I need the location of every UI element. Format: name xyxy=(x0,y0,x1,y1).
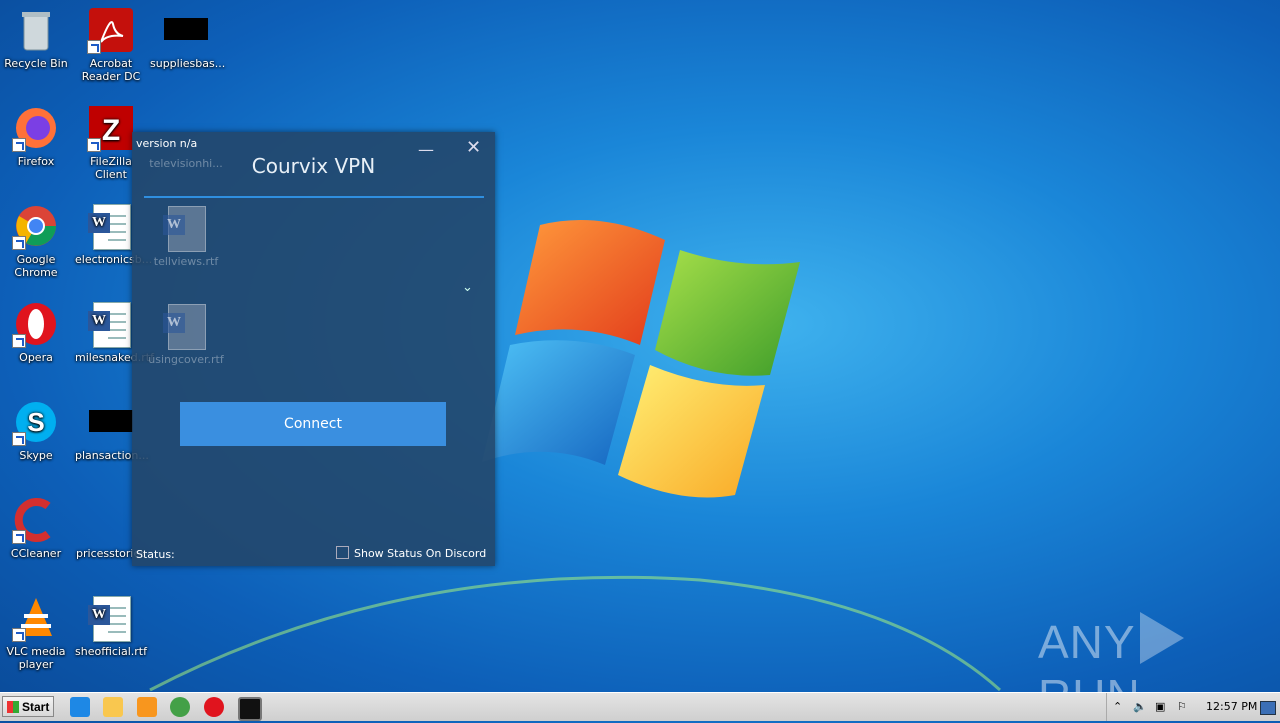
taskbar-ie-icon[interactable] xyxy=(70,697,90,717)
version-label: version n/a xyxy=(136,137,198,150)
show-desktop-button[interactable] xyxy=(1260,701,1276,715)
action-center-flag-icon[interactable]: ⚐ xyxy=(1177,700,1187,713)
black-file-icon xyxy=(89,410,133,432)
status-label: Status: xyxy=(136,548,175,561)
discord-status-checkbox[interactable]: Show Status On Discord xyxy=(336,546,486,560)
desktop-icon-ccleaner[interactable]: CCleaner xyxy=(0,496,72,560)
word-doc-icon: W xyxy=(88,302,131,348)
discord-label: Show Status On Discord xyxy=(354,547,487,560)
desktop-icon-acrobat[interactable]: Acrobat Reader DC xyxy=(75,6,147,83)
svg-text:S: S xyxy=(27,407,44,437)
play-icon xyxy=(1139,612,1184,664)
ghost-icon-label: usingcover.rtf xyxy=(148,353,224,366)
taskbar-explorer-icon[interactable] xyxy=(103,697,123,717)
desktop-icon-firefox[interactable]: Firefox xyxy=(0,104,72,168)
desktop-icon-skype[interactable]: S Skype xyxy=(0,398,72,462)
word-doc-icon: W xyxy=(88,204,131,250)
word-doc-icon: W xyxy=(88,596,131,642)
desktop-icon-sheofficial[interactable]: W sheofficial.rtf xyxy=(75,594,147,658)
desktop-icon-chrome[interactable]: Google Chrome xyxy=(0,202,72,279)
server-dropdown-chevron-icon[interactable]: ⌄ xyxy=(462,280,473,295)
courvix-vpn-window: version n/a — ✕ Courvix VPN televisionhi… xyxy=(132,132,495,566)
ghost-icon-label: tellviews.rtf xyxy=(153,255,219,268)
windows-logo-icon xyxy=(7,701,19,713)
network-icon[interactable]: ▣ xyxy=(1155,700,1165,713)
title-separator xyxy=(144,196,484,198)
tray-expand-icon[interactable]: ⌃ xyxy=(1113,700,1122,713)
svg-text:Z: Z xyxy=(102,114,120,147)
desktop-icon-vlc[interactable]: VLC media player xyxy=(0,594,72,671)
checkbox-icon[interactable] xyxy=(336,546,349,559)
ghost-word-doc-icon: W xyxy=(163,206,206,252)
connect-button[interactable]: Connect xyxy=(180,402,446,446)
black-file-icon xyxy=(164,18,208,40)
desktop-icon-opera[interactable]: Opera xyxy=(0,300,72,364)
taskbar-opera-icon[interactable] xyxy=(204,697,224,717)
taskbar: Start ⌃ 🔈 ▣ ⚐ 12:57 PM xyxy=(0,692,1280,721)
recycle-bin-icon xyxy=(22,12,50,51)
volume-icon[interactable]: 🔈 xyxy=(1133,700,1147,713)
taskbar-chrome-icon[interactable] xyxy=(170,697,190,717)
ghost-icon-label: televisionhi... xyxy=(149,157,223,170)
desktop-icon-recycle-bin[interactable]: Recycle Bin xyxy=(0,6,72,70)
taskbar-media-player-icon[interactable] xyxy=(137,697,157,717)
desktop-icon-suppliesbas[interactable]: suppliesbas... xyxy=(150,6,225,70)
taskbar-vpn-app-icon[interactable] xyxy=(238,697,262,721)
taskbar-clock[interactable]: 12:57 PM xyxy=(1206,700,1257,713)
ghost-word-doc-icon: W xyxy=(163,304,206,350)
start-button[interactable]: Start xyxy=(2,696,54,717)
